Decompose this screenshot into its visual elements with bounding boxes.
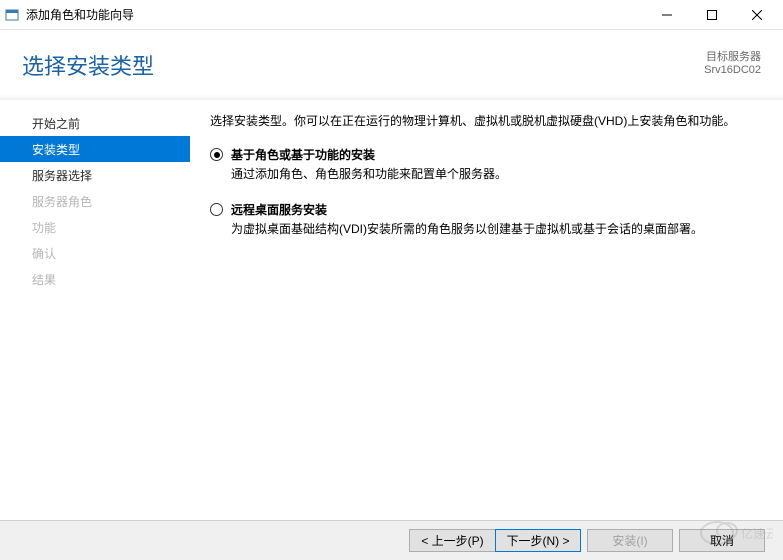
sidebar-item-installation-type[interactable]: 安装类型 — [0, 136, 190, 162]
cancel-button[interactable]: 取消 — [679, 529, 765, 552]
target-server-value: Srv16DC02 — [704, 64, 761, 76]
sidebar-item-results: 结果 — [0, 266, 190, 292]
app-icon — [4, 7, 20, 23]
radio-desc: 通过添加角色、角色服务和功能来配置单个服务器。 — [231, 165, 761, 183]
radio-option-role-based[interactable]: 基于角色或基于功能的安装 通过添加角色、角色服务和功能来配置单个服务器。 — [210, 146, 761, 183]
maximize-button[interactable] — [689, 0, 734, 30]
radio-title: 远程桌面服务安装 — [231, 201, 761, 218]
sidebar-item-server-roles: 服务器角色 — [0, 188, 190, 214]
radio-text: 远程桌面服务安装 为虚拟桌面基础结构(VDI)安装所需的角色服务以创建基于虚拟机… — [231, 201, 761, 238]
radio-icon — [210, 148, 223, 161]
content-pane: 选择安装类型。你可以在正在运行的物理计算机、虚拟机或脱机虚拟硬盘(VHD)上安装… — [190, 100, 783, 520]
install-button: 安装(I) — [587, 529, 673, 552]
sidebar-item-label: 服务器选择 — [32, 167, 92, 184]
previous-button[interactable]: < 上一步(P) — [409, 529, 495, 552]
sidebar-item-label: 功能 — [32, 219, 56, 236]
close-button[interactable] — [734, 0, 779, 30]
intro-text: 选择安装类型。你可以在正在运行的物理计算机、虚拟机或脱机虚拟硬盘(VHD)上安装… — [210, 112, 761, 130]
sidebar-item-server-selection[interactable]: 服务器选择 — [0, 162, 190, 188]
button-label: 取消 — [710, 532, 734, 549]
radio-icon — [210, 203, 223, 216]
target-server-block: 目标服务器 Srv16DC02 — [704, 48, 761, 76]
radio-text: 基于角色或基于功能的安装 通过添加角色、角色服务和功能来配置单个服务器。 — [231, 146, 761, 183]
body: 开始之前 安装类型 服务器选择 服务器角色 功能 确认 结果 选择安装类型。你可… — [0, 100, 783, 520]
button-label: < 上一步(P) — [421, 532, 483, 549]
window-title: 添加角色和功能向导 — [26, 6, 644, 23]
header: 选择安装类型 目标服务器 Srv16DC02 — [0, 30, 783, 100]
radio-title: 基于角色或基于功能的安装 — [231, 146, 761, 163]
wizard-footer: < 上一步(P) 下一步(N) > 安装(I) 取消 — [0, 520, 783, 560]
titlebar: 添加角色和功能向导 — [0, 0, 783, 30]
wizard-steps-sidebar: 开始之前 安装类型 服务器选择 服务器角色 功能 确认 结果 — [0, 100, 190, 520]
button-label: 下一步(N) > — [506, 532, 569, 549]
sidebar-item-label: 安装类型 — [32, 141, 80, 158]
radio-option-rds[interactable]: 远程桌面服务安装 为虚拟桌面基础结构(VDI)安装所需的角色服务以创建基于虚拟机… — [210, 201, 761, 238]
sidebar-item-confirmation: 确认 — [0, 240, 190, 266]
nav-button-pair: < 上一步(P) 下一步(N) > — [409, 529, 581, 552]
install-type-radio-group: 基于角色或基于功能的安装 通过添加角色、角色服务和功能来配置单个服务器。 远程桌… — [210, 146, 761, 238]
target-server-label: 目标服务器 — [704, 48, 761, 64]
button-label: 安装(I) — [612, 532, 647, 549]
sidebar-item-features: 功能 — [0, 214, 190, 240]
page-title: 选择安装类型 — [22, 49, 154, 81]
sidebar-item-label: 开始之前 — [32, 115, 80, 132]
sidebar-item-label: 确认 — [32, 245, 56, 262]
sidebar-item-label: 服务器角色 — [32, 193, 92, 210]
sidebar-item-label: 结果 — [32, 271, 56, 288]
radio-desc: 为虚拟桌面基础结构(VDI)安装所需的角色服务以创建基于虚拟机或基于会话的桌面部… — [231, 220, 761, 238]
sidebar-item-before-you-begin[interactable]: 开始之前 — [0, 110, 190, 136]
next-button[interactable]: 下一步(N) > — [495, 529, 581, 552]
minimize-button[interactable] — [644, 0, 689, 30]
